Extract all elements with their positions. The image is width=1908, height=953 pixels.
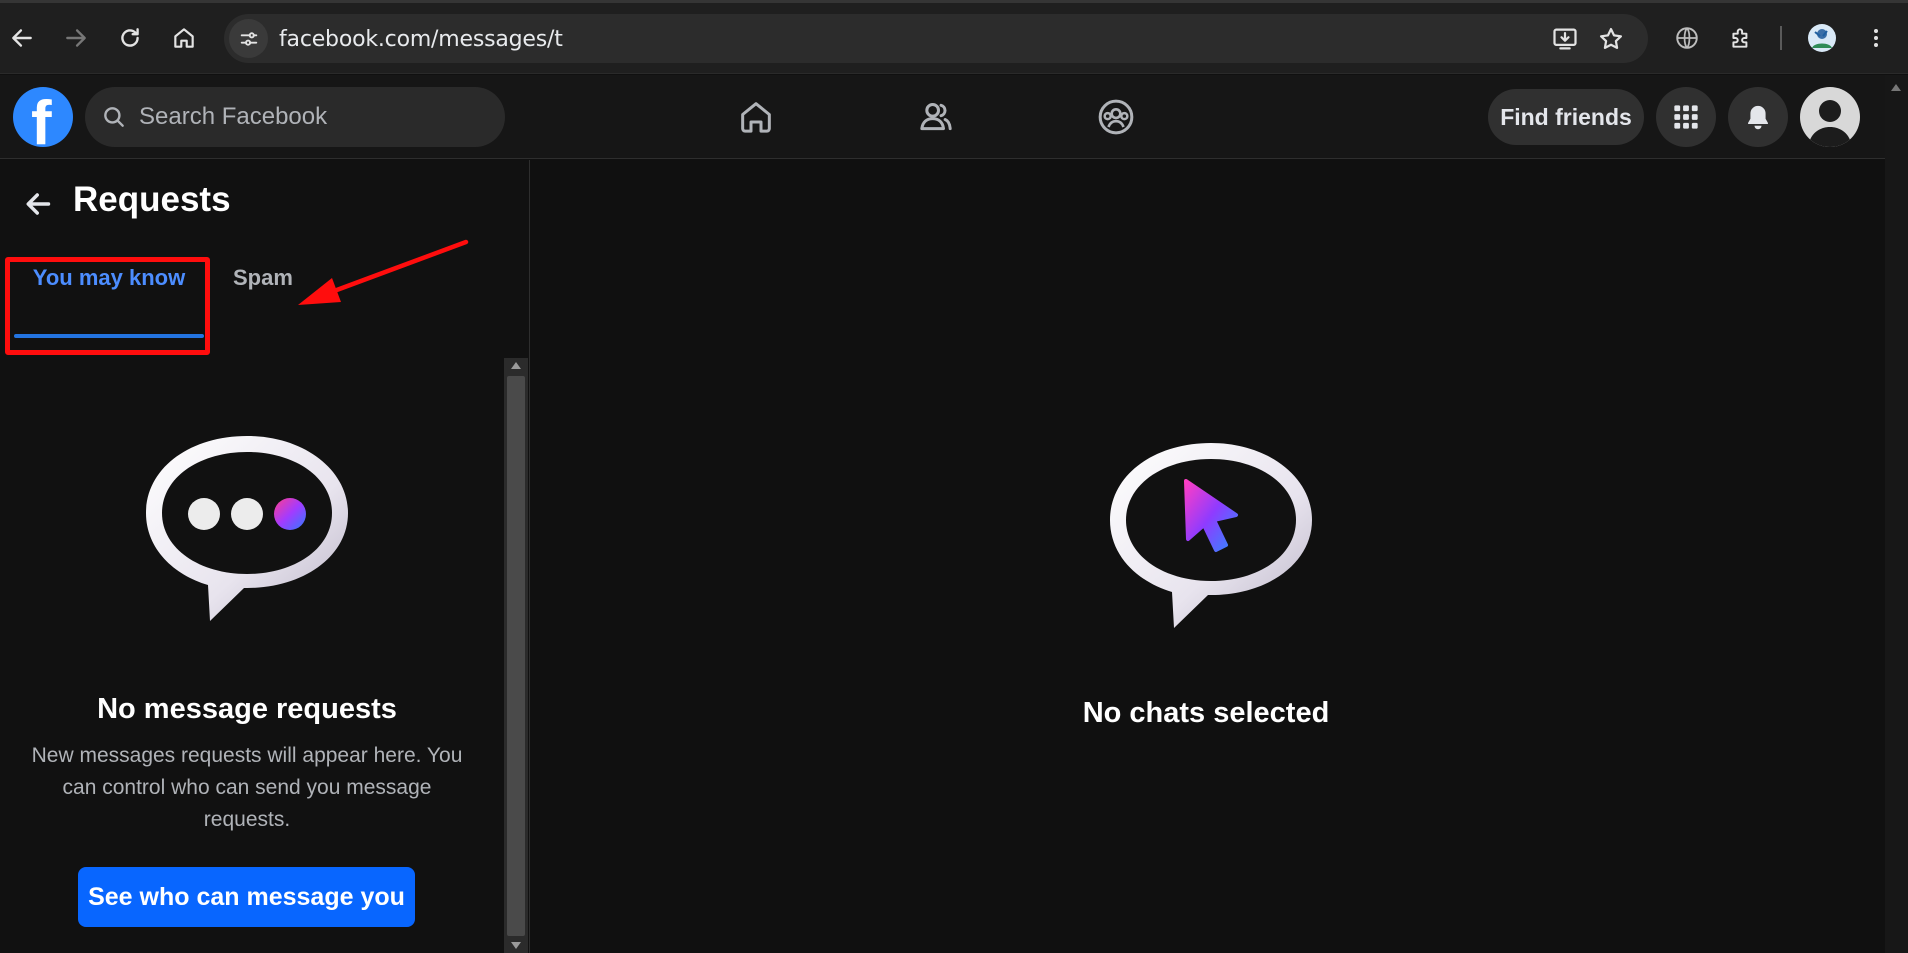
search-bar[interactable] — [85, 87, 505, 147]
scroll-down-arrow[interactable] — [511, 942, 521, 949]
back-button[interactable] — [3, 19, 41, 57]
install-app-button[interactable] — [1550, 24, 1580, 54]
nav-friends[interactable] — [910, 91, 962, 143]
chrome-menu-button[interactable] — [1857, 19, 1895, 57]
notifications-button[interactable] — [1728, 87, 1788, 147]
requests-scrollbar[interactable] — [504, 358, 528, 953]
home-icon — [741, 102, 771, 133]
grid-menu-icon — [1674, 105, 1698, 129]
puzzle-icon — [1732, 28, 1748, 48]
empty-state-title: No message requests — [97, 693, 397, 725]
back-to-chats-button[interactable] — [20, 186, 56, 222]
message-bubble-cursor-icon — [1110, 443, 1312, 628]
find-friends-button[interactable]: Find friends — [1488, 89, 1644, 145]
home-icon — [174, 28, 194, 48]
nav-groups[interactable] — [1090, 91, 1142, 143]
annotation-highlight-box — [5, 257, 210, 355]
forward-arrow-icon — [66, 29, 86, 47]
nav-home[interactable] — [730, 91, 782, 143]
home-button[interactable] — [165, 19, 203, 57]
bookmark-button[interactable] — [1596, 24, 1626, 54]
page-title: Requests — [73, 180, 231, 219]
no-chats-selected-text: No chats selected — [1082, 697, 1330, 729]
translate-button[interactable] — [1668, 19, 1706, 57]
arrow-left-icon — [26, 193, 51, 215]
facebook-logo[interactable]: f — [13, 87, 73, 147]
browser-toolbar: facebook.com/messages/t — [0, 0, 1908, 74]
requests-panel: Requests You may know Spam No message re… — [0, 160, 530, 953]
page-scroll-up-arrow[interactable] — [1891, 84, 1901, 91]
forward-button[interactable] — [57, 19, 95, 57]
scroll-thumb[interactable] — [507, 376, 525, 936]
tune-icon — [240, 31, 257, 46]
profile-button[interactable] — [1803, 19, 1841, 57]
bell-icon — [1748, 105, 1768, 130]
search-input[interactable] — [139, 87, 479, 147]
toolbar-divider — [1780, 26, 1782, 50]
site-info-button[interactable] — [229, 19, 268, 58]
account-avatar[interactable] — [1800, 87, 1860, 147]
extensions-button[interactable] — [1722, 19, 1760, 57]
facebook-logo-letter: f — [31, 89, 52, 148]
page-scrollbar[interactable] — [1885, 75, 1908, 953]
message-bubble-dots-icon — [146, 436, 348, 621]
search-icon — [104, 107, 124, 127]
annotation-arrow-icon — [298, 239, 469, 305]
friends-icon — [920, 103, 952, 131]
user-silhouette-icon — [1808, 100, 1852, 147]
menu-button[interactable] — [1656, 87, 1716, 147]
empty-state-description: New messages requests will appear here. … — [31, 744, 463, 831]
star-icon — [1599, 27, 1623, 49]
profile-avatar-icon — [1808, 24, 1836, 52]
back-arrow-icon — [12, 29, 32, 47]
groups-icon — [1098, 99, 1134, 135]
tab-spam[interactable]: Spam — [233, 238, 293, 318]
install-icon — [1553, 28, 1577, 50]
reload-icon — [121, 28, 139, 47]
chat-area: No chats selected — [531, 160, 1885, 953]
more-vertical-icon — [1874, 29, 1878, 47]
tab-strip — [0, 0, 1908, 3]
globe-icon — [1676, 27, 1698, 49]
address-bar[interactable]: facebook.com/messages/t — [224, 14, 1648, 63]
facebook-header: f Find friends — [0, 75, 1908, 159]
reload-button[interactable] — [111, 19, 149, 57]
scroll-up-arrow[interactable] — [511, 362, 521, 369]
see-who-can-message-button[interactable]: See who can message you — [78, 867, 415, 927]
url-text[interactable]: facebook.com/messages/t — [279, 27, 563, 52]
